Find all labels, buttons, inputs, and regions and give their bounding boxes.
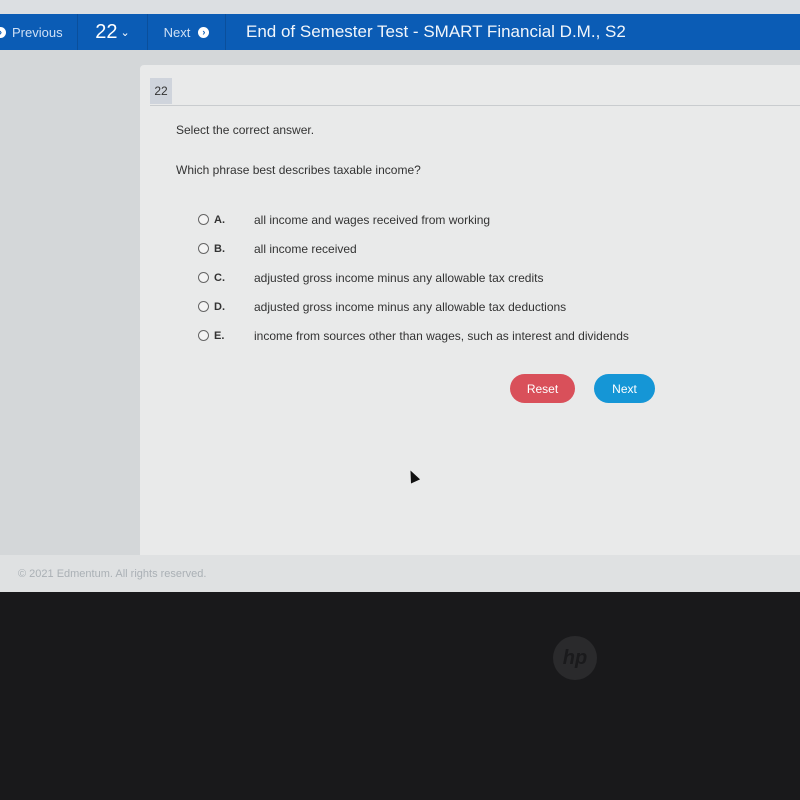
radio-button[interactable] xyxy=(198,243,209,254)
option-letter: B. xyxy=(214,242,225,255)
laptop-bezel: hp xyxy=(0,592,800,800)
radio-button[interactable] xyxy=(198,272,209,283)
previous-button[interactable]: › Previous xyxy=(0,14,78,50)
option-c[interactable]: C. adjusted gross income minus any allowa… xyxy=(198,263,629,292)
previous-label: Previous xyxy=(12,24,63,40)
option-b[interactable]: B. all income received xyxy=(198,234,629,263)
option-text: adjusted gross income minus any allowabl… xyxy=(254,270,544,285)
question-card: 22 Select the correct answer. Which phra… xyxy=(140,65,800,555)
option-d[interactable]: D. adjusted gross income minus any allowa… xyxy=(198,292,629,321)
test-title: End of Semester Test - SMART Financial D… xyxy=(246,22,626,41)
next-button[interactable]: Next xyxy=(594,374,655,403)
answer-options: A. all income and wages received from wor… xyxy=(198,205,629,350)
radio-button[interactable] xyxy=(198,330,209,341)
option-text: all income and wages received from worki… xyxy=(254,212,491,227)
question-number-badge: 22 xyxy=(150,78,172,104)
option-a[interactable]: A. all income and wages received from wor… xyxy=(198,205,629,234)
copyright-text: © 2021 Edmentum. All rights reserved. xyxy=(18,568,207,580)
arrow-left-icon: › xyxy=(0,26,6,38)
option-e[interactable]: E. income from sources other than wages, … xyxy=(198,321,629,350)
footer: © 2021 Edmentum. All rights reserved. xyxy=(0,555,800,592)
chevron-down-icon: ⌄ xyxy=(120,26,130,39)
question-selector[interactable]: 22 ⌄ xyxy=(78,14,148,50)
next-nav-button[interactable]: Next › xyxy=(148,14,226,50)
test-navbar: › Previous 22 ⌄ Next › End of Semester T… xyxy=(0,14,800,50)
option-letter: C. xyxy=(214,271,225,284)
radio-button[interactable] xyxy=(198,301,209,312)
next-label: Next xyxy=(163,24,191,40)
option-letter: D. xyxy=(214,300,225,313)
browser-top-strip xyxy=(0,0,800,14)
divider xyxy=(150,105,800,106)
arrow-right-icon: › xyxy=(198,26,210,38)
radio-button[interactable] xyxy=(198,214,209,225)
option-text: adjusted gross income minus any allowabl… xyxy=(254,299,567,314)
reset-button[interactable]: Reset xyxy=(510,374,575,403)
hp-logo: hp xyxy=(553,636,597,680)
option-text: all income received xyxy=(254,241,357,256)
question-text: Which phrase best describes taxable inco… xyxy=(176,163,421,177)
option-letter: A. xyxy=(214,213,225,226)
option-text: income from sources other than wages, su… xyxy=(254,328,629,343)
option-letter: E. xyxy=(214,329,225,342)
instruction-text: Select the correct answer. xyxy=(176,123,315,137)
question-number: 22 xyxy=(95,20,118,43)
